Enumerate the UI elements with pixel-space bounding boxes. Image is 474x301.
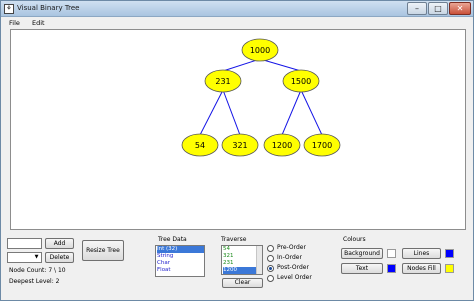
tree-data-list[interactable]: Int (32) String Char Float <box>155 245 205 277</box>
tree-edge <box>259 58 302 72</box>
value-input[interactable] <box>7 238 42 249</box>
tree-edge <box>222 89 241 136</box>
radio-label: Pre-Order <box>277 244 306 251</box>
tree-node[interactable]: 1200 <box>263 133 301 157</box>
radio-pre-order[interactable] <box>267 245 274 252</box>
tree-data-item[interactable]: String <box>157 253 204 260</box>
radio-in-order[interactable] <box>267 255 274 262</box>
tree-data-item[interactable]: Int (32) <box>157 246 204 253</box>
background-color-button[interactable]: Background <box>341 248 383 259</box>
menu-file[interactable]: File <box>9 18 20 28</box>
tree-node-label: 321 <box>232 141 247 150</box>
tree-nodes: 1000 231 1500 54 321 1200 1700 <box>181 38 341 157</box>
tree-node[interactable]: 1700 <box>303 133 341 157</box>
tree-node-label: 1700 <box>312 141 332 150</box>
background-color-swatch <box>387 249 396 258</box>
tree-canvas[interactable]: 1000 231 1500 54 321 1200 1700 <box>10 29 466 230</box>
resize-tree-button[interactable]: Resize Tree <box>82 240 124 261</box>
tree-edge <box>300 89 323 136</box>
colours-title: Colours <box>343 236 366 243</box>
tree-node-label: 54 <box>195 141 205 150</box>
menu-edit[interactable]: Edit <box>32 18 45 28</box>
app-window: ⚘ Visual Binary Tree – □ ✕ File Edit 100… <box>0 0 474 301</box>
close-button[interactable]: ✕ <box>449 2 471 15</box>
radio-label: Post-Order <box>277 264 309 271</box>
text-color-button[interactable]: Text <box>341 263 383 274</box>
radio-post-order[interactable] <box>267 265 274 272</box>
tree-node[interactable]: 231 <box>204 69 242 93</box>
tree-node-label: 231 <box>215 77 230 86</box>
tree-data-item[interactable]: Char <box>157 260 204 267</box>
traverse-scrollbar[interactable] <box>256 246 262 274</box>
tree-node-label: 1500 <box>291 77 311 86</box>
tree-data-title: Tree Data <box>158 236 187 243</box>
nodes-fill-color-button[interactable]: Nodes Fill <box>402 263 441 274</box>
lines-color-swatch <box>445 249 454 258</box>
clear-button[interactable]: Clear <box>222 278 263 288</box>
traverse-title: Traverse <box>221 236 247 243</box>
tree-app-icon: ⚘ <box>4 4 14 14</box>
lines-color-button[interactable]: Lines <box>402 248 441 259</box>
minimize-button[interactable]: – <box>407 2 427 15</box>
type-select[interactable]: ▼ <box>7 252 42 263</box>
chevron-down-icon: ▼ <box>34 254 39 260</box>
radio-level-order[interactable] <box>267 275 274 282</box>
title-bar[interactable]: ⚘ Visual Binary Tree – □ ✕ <box>1 1 473 17</box>
tree-node-label: 1200 <box>272 141 292 150</box>
maximize-button[interactable]: □ <box>428 2 448 15</box>
tree-edge <box>199 89 224 136</box>
radio-label: Level Order <box>277 274 312 281</box>
add-button[interactable]: Add <box>45 238 74 249</box>
delete-button[interactable]: Delete <box>45 252 74 263</box>
menu-bar: File Edit <box>1 18 473 28</box>
window-title: Visual Binary Tree <box>17 4 80 12</box>
tree-edge <box>281 89 302 136</box>
node-count-label: Node Count: 7 \ 10 <box>9 267 66 274</box>
tree-diagram: 1000 231 1500 54 321 1200 1700 <box>181 38 341 157</box>
tree-node[interactable]: 1500 <box>282 69 320 93</box>
tree-node[interactable]: 54 <box>181 133 219 157</box>
nodes-fill-color-swatch <box>445 264 454 273</box>
traverse-output-list[interactable]: 54 321 231 1200 <box>221 245 263 275</box>
control-panel: Add ▼ Delete Resize Tree Node Count: 7 \… <box>1 231 473 301</box>
deepest-level-label: Deepest Level: 2 <box>9 278 60 285</box>
tree-node[interactable]: 1000 <box>241 38 279 62</box>
tree-data-item[interactable]: Float <box>157 267 204 274</box>
tree-node-label: 1000 <box>250 46 270 55</box>
text-color-swatch <box>387 264 396 273</box>
radio-label: In-Order <box>277 254 302 261</box>
tree-node[interactable]: 321 <box>221 133 259 157</box>
